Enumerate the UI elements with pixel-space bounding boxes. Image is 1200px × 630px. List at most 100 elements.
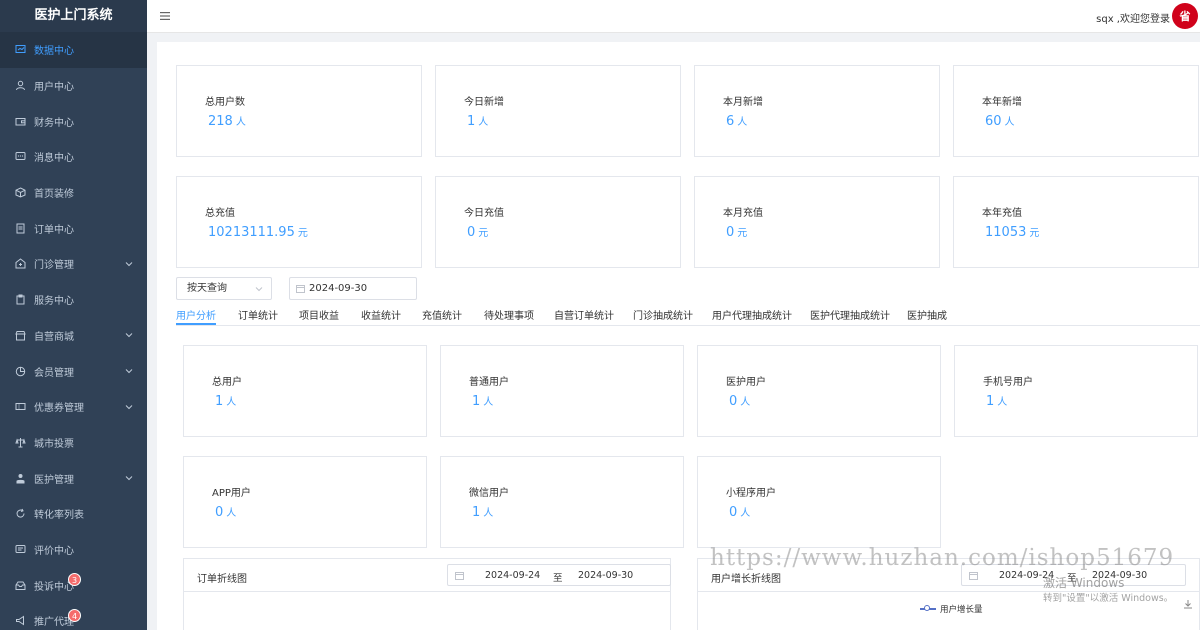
refresh-icon [14, 508, 26, 520]
stat-card: 本年新增 60 人 [953, 65, 1199, 157]
stat-value-wrap: 1人 [215, 393, 236, 409]
sidebar-item[interactable]: 城市投票 [0, 425, 147, 461]
stat-unit: 人 [740, 397, 751, 408]
stat-value: 1 [467, 114, 476, 129]
stat-card: 总用户数 218 人 [176, 65, 422, 157]
tab[interactable]: 门诊抽成统计 [633, 307, 693, 325]
welcome-text: sqx ,欢迎您登录 [1096, 14, 1170, 25]
stat-unit: 元 [297, 228, 308, 239]
chevron-down-icon [255, 287, 263, 292]
legend-line-icon [920, 605, 936, 611]
chevron-down-icon [125, 262, 133, 267]
sidebar-item[interactable]: 优惠券管理 [0, 389, 147, 425]
sidebar-item-label: 评价中心 [34, 545, 74, 557]
sidebar-item[interactable]: 服务中心 [0, 282, 147, 318]
sidebar-item[interactable]: 投诉中心 3 [0, 567, 147, 603]
avatar[interactable]: 省 [1172, 3, 1198, 29]
chart-legend[interactable]: 用户增长量 [920, 603, 983, 615]
tab[interactable]: 用户代理抽成统计 [712, 307, 792, 325]
stat-unit: 人 [997, 397, 1008, 408]
stat-value: 10213111.95 [208, 225, 295, 240]
sidebar-item-label: 服务中心 [34, 296, 74, 308]
sidebar-item[interactable]: 会员管理 [0, 353, 147, 389]
clinic-icon [14, 258, 26, 270]
tab[interactable]: 医护抽成 [907, 307, 947, 325]
main-content: 总用户数 218 人今日新增 1 人本月新增 6 人本年新增 60 人 总充值 10213111.… [157, 42, 1200, 630]
stat-label: 本年新增 [982, 97, 1022, 108]
date-picker[interactable]: 2024-09-30 [289, 277, 417, 300]
stat-value-wrap: 1人 [472, 393, 493, 409]
dashboard-icon [14, 44, 26, 56]
sidebar-item-label: 医护管理 [34, 474, 74, 486]
sidebar-item[interactable]: 医护管理 [0, 460, 147, 496]
sidebar-item[interactable]: 订单中心 [0, 210, 147, 246]
sidebar-item[interactable]: 消息中心 [0, 139, 147, 175]
coupon-icon [14, 401, 26, 413]
chevron-down-icon [125, 369, 133, 374]
sidebar-item[interactable]: 评价中心 [0, 532, 147, 568]
sidebar-item-label: 首页装修 [34, 189, 74, 201]
sidebar-item[interactable]: 转化率列表 [0, 496, 147, 532]
tab[interactable]: 项目收益 [299, 307, 339, 325]
sidebar-item-label: 财务中心 [34, 117, 74, 129]
chevron-down-icon [125, 404, 133, 409]
stat-card: 普通用户 1 人 [440, 345, 684, 437]
query-mode-select[interactable]: 按天查询 [176, 277, 272, 300]
tab[interactable]: 用户分析 [176, 307, 216, 325]
stat-unit: 人 [740, 508, 751, 519]
stat-value-wrap: 11053 元 [985, 224, 1039, 240]
stat-value-wrap: 218 人 [208, 113, 246, 129]
legend-label: 用户增长量 [940, 605, 983, 615]
complaint-icon [14, 579, 26, 591]
tab[interactable]: 订单统计 [238, 307, 278, 325]
sidebar-item[interactable]: 财务中心 [0, 103, 147, 139]
stat-card: 本年充值 11053 元 [953, 176, 1199, 268]
stat-unit: 人 [235, 117, 246, 128]
stat-label: 本月充值 [723, 208, 763, 219]
sidebar-menu: 数据中心 用户中心财务中心消息中心首页装修订单中心 门诊管理服务中心自营商城 会员管理… [0, 32, 147, 630]
order-date-range[interactable]: 2024-09-24 至 2024-09-30 [447, 564, 671, 586]
hamburger-icon[interactable] [159, 10, 171, 22]
stat-value: 0 [467, 225, 476, 240]
sidebar-item[interactable]: 推广代理 4 [0, 603, 147, 630]
member-icon [14, 365, 26, 377]
download-icon[interactable] [1183, 599, 1193, 609]
calendar-icon [455, 572, 464, 580]
nurse-icon [14, 472, 26, 484]
sidebar-item[interactable]: 门诊管理 [0, 246, 147, 282]
stat-value: 0 [215, 505, 224, 520]
order-range-start: 2024-09-24 [485, 570, 541, 581]
sidebar-item[interactable]: 首页装修 [0, 175, 147, 211]
stat-value: 0 [729, 394, 738, 409]
message-icon [14, 151, 26, 163]
notification-badge: 4 [68, 609, 82, 622]
top-header: sqx ,欢迎您登录 省 [147, 0, 1200, 33]
stat-value-wrap: 0元 [467, 224, 488, 240]
stat-unit: 人 [483, 397, 494, 408]
promote-icon [14, 615, 26, 627]
stat-value: 1 [215, 394, 224, 409]
tab[interactable]: 收益统计 [361, 307, 401, 325]
query-mode-value: 按天查询 [187, 283, 227, 294]
stat-card: 总用户 1 人 [183, 345, 427, 437]
tab[interactable]: 待处理事项 [484, 307, 534, 325]
stats-tabs: 用户分析 订单统计 项目收益 收益统计 充值统计 待处理事项 自营订单统计 门诊抽成统计 用户代… [176, 300, 1200, 326]
chevron-down-icon [125, 476, 133, 481]
tab[interactable]: 充值统计 [422, 307, 462, 325]
stat-label: 医护用户 [726, 377, 766, 388]
stat-unit: 元 [737, 228, 748, 239]
tab[interactable]: 自营订单统计 [554, 307, 614, 325]
stat-unit: 人 [483, 508, 494, 519]
sidebar-item[interactable]: 自营商城 [0, 318, 147, 354]
stat-card: 微信用户 1 人 [440, 456, 684, 548]
sidebar-item[interactable]: 用户中心 [0, 68, 147, 104]
brand-title: 医护上门系统 [0, 0, 147, 32]
sidebar-item[interactable]: 数据中心 [0, 32, 147, 68]
shop-icon [14, 329, 26, 341]
stat-card: 今日新增 1 人 [435, 65, 681, 157]
vote-icon [14, 436, 26, 448]
tab[interactable]: 医护代理抽成统计 [810, 307, 890, 325]
user-chart-title: 用户增长折线图 [711, 574, 781, 585]
stat-card: 手机号用户 1 人 [954, 345, 1198, 437]
stat-label: 总用户数 [205, 97, 245, 108]
